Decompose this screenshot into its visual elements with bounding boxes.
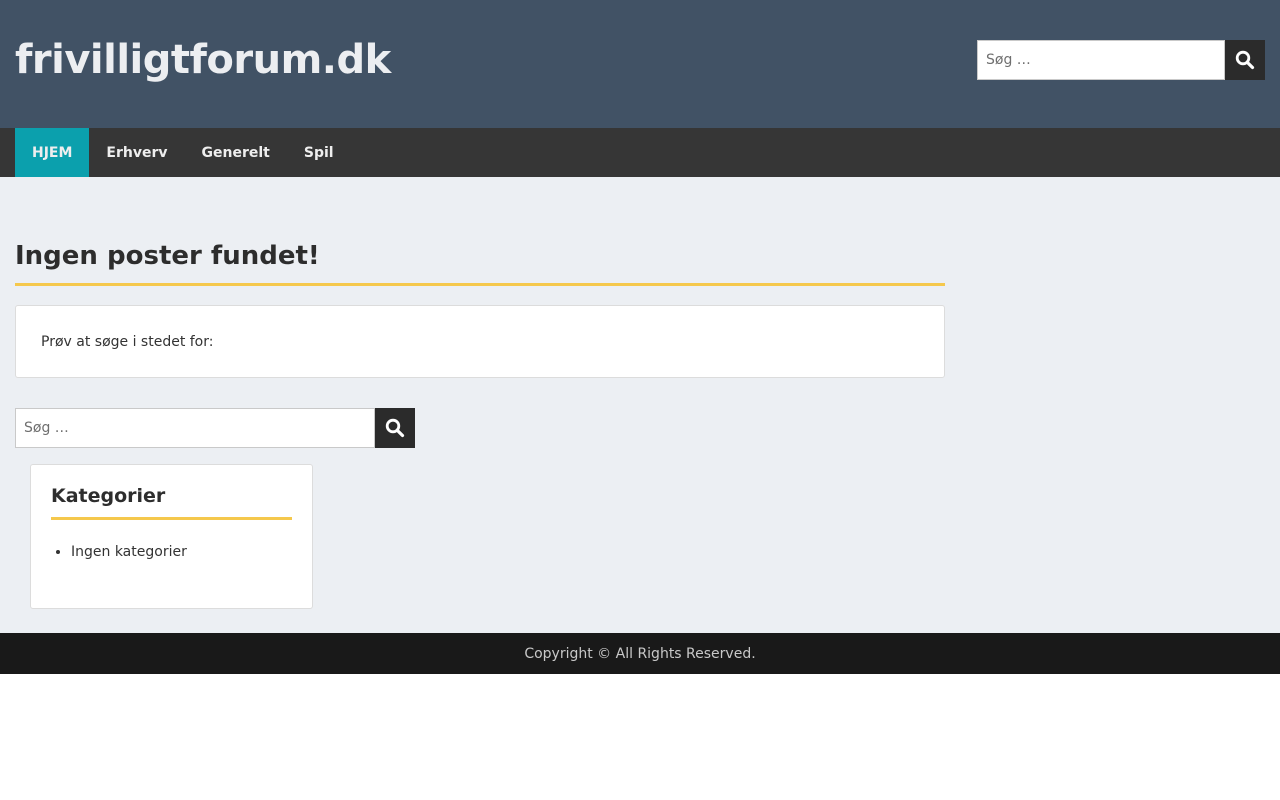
content-search-form: [15, 408, 415, 448]
category-list: Ingen kategorier: [51, 542, 292, 562]
copyright-text: Copyright © All Rights Reserved.: [524, 645, 756, 662]
site-header: frivilligtforum.dk: [0, 0, 1280, 128]
categories-widget: Kategorier Ingen kategorier: [30, 464, 313, 609]
nav-item-spil[interactable]: Spil: [287, 128, 351, 177]
nav-item-erhverv[interactable]: Erhverv: [89, 128, 184, 177]
no-results-notice: Prøv at søge i stedet for:: [15, 305, 945, 378]
main-navigation: HJEM Erhverv Generelt Spil: [0, 128, 1280, 177]
nav-list: HJEM Erhverv Generelt Spil: [15, 128, 351, 177]
page-title: Ingen poster fundet!: [15, 237, 945, 286]
search-icon: [385, 418, 405, 438]
content-search-button[interactable]: [375, 408, 415, 448]
widget-title: Kategorier: [51, 483, 292, 520]
list-item: Ingen kategorier: [71, 542, 292, 562]
notice-text: Prøv at søge i stedet for:: [41, 334, 214, 350]
content-search-input[interactable]: [15, 408, 375, 448]
site-title[interactable]: frivilligtforum.dk: [15, 34, 391, 86]
content-area: Ingen poster fundet! Prøv at søge i sted…: [0, 177, 1280, 633]
header-search-input[interactable]: [977, 40, 1225, 80]
header-search-button[interactable]: [1225, 40, 1265, 80]
site-footer: Copyright © All Rights Reserved.: [0, 633, 1280, 674]
header-search-form: [977, 40, 1265, 80]
nav-item-generelt[interactable]: Generelt: [185, 128, 287, 177]
nav-item-hjem[interactable]: HJEM: [15, 128, 90, 177]
search-icon: [1235, 50, 1255, 70]
